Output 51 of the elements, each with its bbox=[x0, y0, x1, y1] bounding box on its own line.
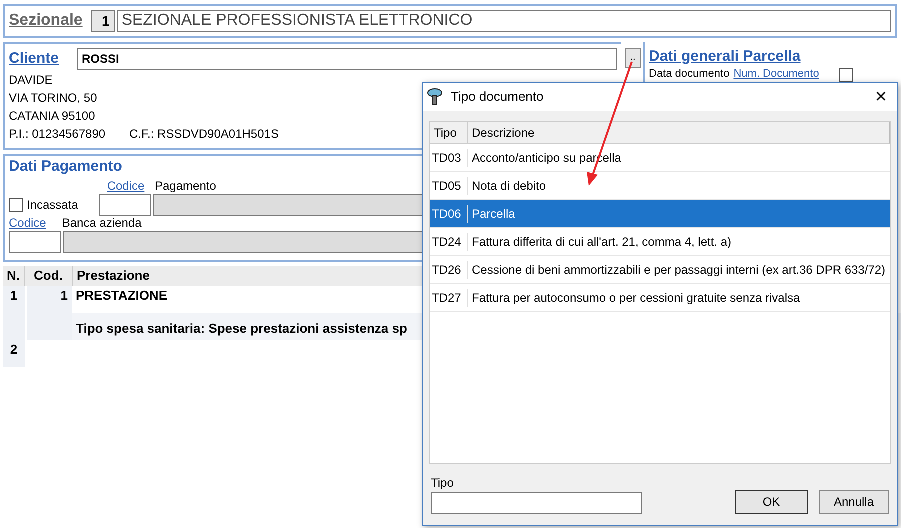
table-cell-text: Fattura differita di cui all'art. 21, comma 4, lett. a) bbox=[471, 234, 733, 250]
client-field[interactable]: ROSSI bbox=[77, 48, 617, 70]
table-cell: PRESTAZIONE bbox=[76, 288, 168, 303]
table-cell: TD05 bbox=[430, 176, 468, 194]
section-link[interactable]: Dati generali Parcella bbox=[649, 46, 901, 68]
table-cell-text: Fattura per autoconsumo o per cessioni gratuite senza rivalsa bbox=[471, 290, 802, 306]
field-label: Data documento bbox=[649, 68, 730, 80]
table-cell: TD27 bbox=[430, 288, 468, 306]
code-field[interactable]: 1 bbox=[90, 10, 115, 32]
tax-code: C.F.: RSSDVD90A01H501S bbox=[130, 126, 279, 142]
table-cell: 1 bbox=[3, 286, 25, 313]
table-cell-text: Nota di debito bbox=[471, 178, 548, 194]
input-field[interactable] bbox=[9, 230, 61, 252]
key-icon bbox=[427, 88, 443, 106]
address-line: DAVIDE bbox=[9, 72, 53, 88]
cancel-button[interactable]: Annulla bbox=[819, 490, 889, 514]
field-link[interactable]: Num. Documento bbox=[734, 68, 820, 80]
description-field[interactable]: SEZIONALE PROFESSIONISTA ELETTRONICO bbox=[116, 10, 891, 32]
column-header: Tipo bbox=[430, 122, 468, 143]
browse-button[interactable]: .. bbox=[625, 48, 641, 68]
field-link[interactable]: Codice bbox=[9, 216, 46, 230]
list-row[interactable]: TD26 Cessione di beni ammortizzabili e per passaggi interni (ex art.36 DPR 633/72) bbox=[430, 256, 890, 284]
list-row[interactable]: TD06 Parcella bbox=[430, 200, 890, 228]
table-cell: TD03 bbox=[430, 148, 468, 166]
dialog-title: Tipo documento bbox=[451, 88, 545, 106]
field-label: Pagamento bbox=[154, 178, 216, 194]
list-row[interactable]: TD27 Fattura per autoconsumo o per cessioni gratuite senza rivalsa bbox=[430, 284, 890, 312]
checkbox[interactable] bbox=[9, 198, 23, 212]
table-cell: TD26 bbox=[430, 260, 468, 278]
section-title: Dati Pagamento bbox=[9, 157, 122, 177]
address-line: CATANIA 95100 bbox=[9, 108, 96, 124]
table-cell: TD24 bbox=[430, 232, 468, 250]
ok-button[interactable]: OK bbox=[735, 490, 808, 514]
input-field[interactable] bbox=[99, 194, 151, 216]
vat-number: P.I.: 01234567890 bbox=[9, 126, 106, 142]
field-label: Tipo bbox=[431, 475, 455, 492]
address-line: VIA TORINO, 50 bbox=[9, 90, 98, 106]
list-row[interactable]: TD24 Fattura differita di cui all'art. 21, comma 4, lett. a) bbox=[430, 228, 890, 256]
checkbox[interactable] bbox=[839, 68, 854, 82]
client-link[interactable]: Cliente bbox=[9, 48, 60, 70]
table-cell: 1 bbox=[27, 286, 72, 313]
input-field[interactable] bbox=[431, 492, 642, 514]
checkbox-label: Incassata bbox=[27, 197, 78, 214]
section-link[interactable]: Sezionale bbox=[9, 9, 83, 33]
field-link[interactable]: Codice bbox=[99, 178, 153, 194]
table-cell: TD06 bbox=[430, 204, 468, 222]
table-cell-text: Parcella bbox=[471, 206, 516, 222]
table-cell: 2 bbox=[3, 340, 25, 367]
field-label: Banca azienda bbox=[62, 216, 142, 230]
column-header: Descrizione bbox=[471, 125, 536, 142]
close-button[interactable]: × bbox=[869, 82, 893, 112]
